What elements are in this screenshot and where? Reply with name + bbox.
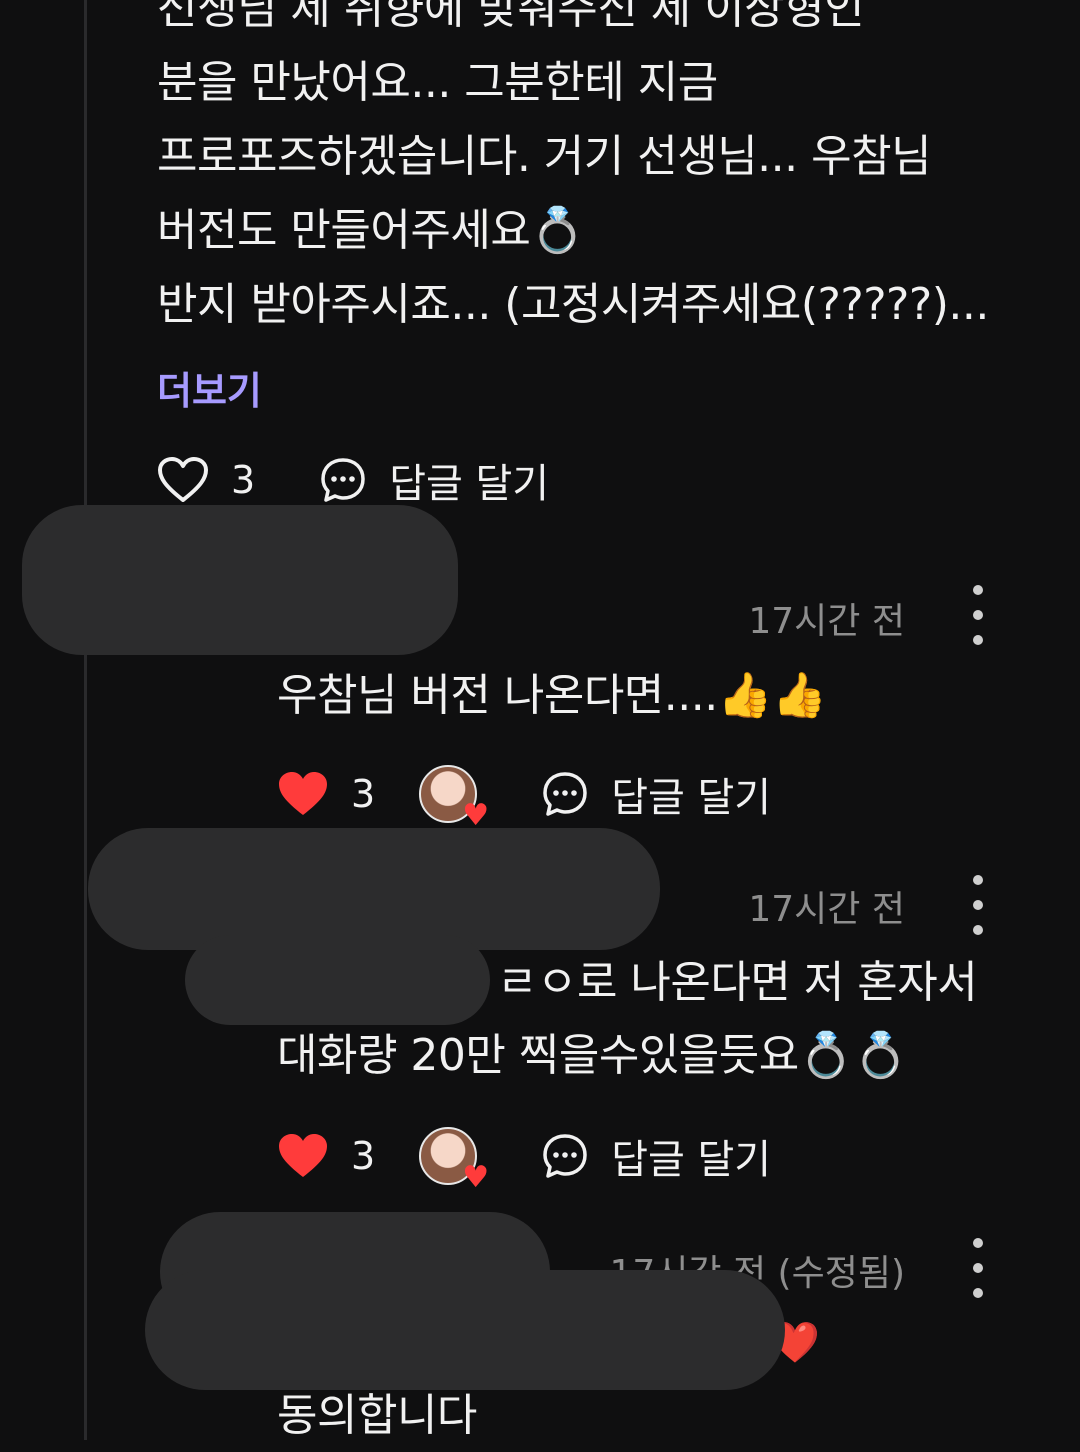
reply-timestamp: 17시간 전	[748, 601, 905, 642]
redacted-author	[88, 828, 660, 950]
reply-line: 대화량 20만 찍을수있을듯요💍💍	[277, 1030, 908, 1081]
reply-label: 답글 달기	[611, 775, 772, 821]
parent-comment-text: 선생님 제 취향에 맞춰주신 제 이상형인 분을 만났어요... 그분한테 지금…	[157, 0, 1057, 342]
more-options-icon[interactable]	[971, 875, 985, 935]
reply-text: 우참님 버전 나온다면....👍👍	[277, 660, 827, 732]
heart-filled-icon	[279, 1134, 327, 1177]
reply-action-row: 3 ♥ 답글 달기	[277, 1126, 771, 1193]
redacted-text	[145, 1270, 785, 1390]
more-options-icon[interactable]	[971, 585, 985, 645]
reply-line: 우참님 버전 나온다면....👍👍	[277, 670, 827, 721]
reply-line: 동의합니다	[277, 1390, 477, 1441]
redacted-text	[185, 935, 490, 1025]
reply-button[interactable]: 답글 달기	[541, 765, 771, 823]
more-button[interactable]: 더보기	[157, 360, 262, 415]
like-button[interactable]: 3	[277, 771, 375, 817]
thread-line	[84, 0, 87, 1440]
reply-button[interactable]: 답글 달기	[319, 451, 549, 509]
comment-line: 선생님 제 취향에 맞춰주신 제 이상형인	[157, 0, 865, 34]
reply-action-row: 3 ♥ 답글 달기	[277, 764, 771, 831]
comment-line: 반지 받아주시죠... (고정시켜주세요(?????)...	[157, 279, 989, 330]
heart-filled-icon	[279, 772, 327, 815]
reply-label: 답글 달기	[389, 461, 550, 507]
creator-heart: ♥	[419, 1127, 489, 1193]
like-count: 3	[351, 1134, 376, 1178]
reply-label: 답글 달기	[611, 1137, 772, 1183]
comment-bubble-icon	[543, 1134, 587, 1178]
reply-button[interactable]: 답글 달기	[541, 1127, 771, 1185]
redacted-author	[22, 505, 458, 655]
parent-action-row: 3 답글 달기	[157, 450, 549, 510]
comment-bubble-icon	[321, 458, 365, 502]
comment-bubble-icon	[543, 772, 587, 816]
heart-badge-icon: ♥	[462, 1160, 490, 1195]
reply-text: 대화량 20만 찍을수있을듯요💍💍	[277, 1020, 908, 1092]
creator-heart: ♥	[419, 765, 489, 831]
reply-timestamp: 17시간 전	[748, 889, 905, 930]
heart-badge-icon: ♥	[462, 798, 490, 833]
like-count: 3	[231, 458, 256, 502]
comment-line: 분을 만났어요... 그분한테 지금	[157, 57, 718, 108]
reply-line: ㄹㅇ로 나온다면 저 혼자서	[497, 957, 978, 1008]
comment-line: 버전도 만들어주세요💍	[157, 205, 585, 256]
comment-line: 프로포즈하겠습니다. 거기 선생님... 우참님	[157, 131, 932, 182]
more-options-icon[interactable]	[971, 1238, 985, 1298]
heart-outline-icon	[158, 457, 208, 502]
like-button[interactable]: 3	[157, 457, 255, 503]
parent-comment: 선생님 제 취향에 맞춰주신 제 이상형인 분을 만났어요... 그분한테 지금…	[157, 0, 1057, 342]
avatar: ♥	[419, 765, 489, 831]
reply-text: ㄹㅇ로 나온다면 저 혼자서	[497, 947, 978, 1019]
like-count: 3	[351, 772, 376, 816]
like-button[interactable]: 3	[277, 1133, 375, 1179]
reply-text: 동의합니다	[277, 1380, 477, 1452]
avatar: ♥	[419, 1127, 489, 1193]
